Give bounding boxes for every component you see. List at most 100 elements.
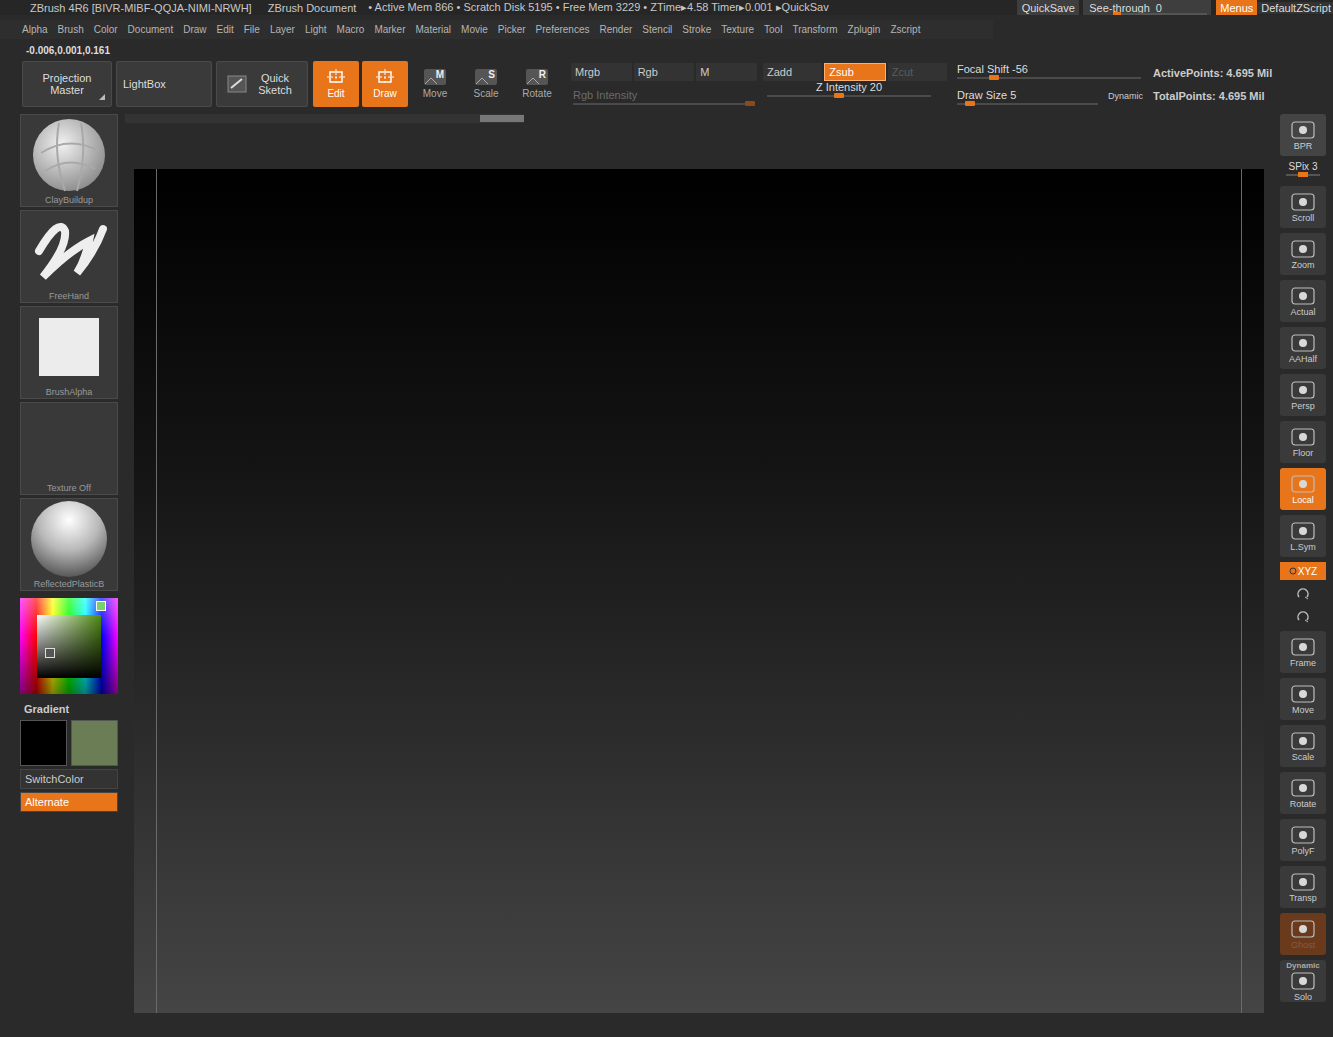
view-button[interactable]: Zoom	[1280, 233, 1326, 275]
menu-item[interactable]: Draw	[183, 24, 206, 35]
view-button[interactable]: Floor	[1280, 421, 1326, 463]
view-button[interactable]: AAHalf	[1280, 327, 1326, 369]
shelf-tile[interactable]: ReflectedPlasticB	[20, 498, 118, 591]
shelf-tile[interactable]: FreeHand	[20, 210, 118, 303]
switch-color-button[interactable]: SwitchColor	[20, 769, 118, 789]
z-mode-button[interactable]: Zcut	[888, 63, 947, 81]
menu-item[interactable]: Preferences	[536, 24, 590, 35]
view-icon	[1290, 380, 1316, 400]
canvas-scrollbar[interactable]	[125, 114, 524, 123]
mode-button[interactable]: R Rotate	[513, 61, 561, 107]
view-icon	[1290, 778, 1316, 798]
view-button[interactable]: Ghost	[1280, 913, 1326, 955]
menu-item[interactable]: Color	[94, 24, 118, 35]
gradient-toggle[interactable]: Gradient	[20, 697, 118, 717]
view-button[interactable]: Local	[1280, 468, 1326, 510]
menu-item[interactable]: Light	[305, 24, 327, 35]
view-icon	[1290, 474, 1316, 494]
view-button[interactable]: L.Sym	[1280, 515, 1326, 557]
xyz-toggle[interactable]: XYZ	[1280, 562, 1326, 580]
menu-item[interactable]: Layer	[270, 24, 295, 35]
menu-item[interactable]: Macro	[337, 24, 365, 35]
draw-size-slider[interactable]: Draw Size 5	[955, 89, 1100, 105]
rgb-intensity-slider[interactable]: Rgb Intensity	[571, 89, 757, 105]
menu-item[interactable]: Stroke	[682, 24, 711, 35]
mode-button[interactable]: M Move	[411, 61, 459, 107]
menu-item[interactable]: Alpha	[22, 24, 48, 35]
color-mode-button[interactable]: M	[696, 63, 757, 81]
color-swatch[interactable]	[20, 720, 67, 766]
menu-item[interactable]: Picker	[498, 24, 526, 35]
mode-button[interactable]: Draw	[362, 61, 408, 107]
color-swatch[interactable]	[71, 720, 118, 766]
transform-icon: R	[526, 69, 548, 85]
menu-item[interactable]: Transform	[792, 24, 837, 35]
view-button[interactable]: Frame	[1280, 631, 1326, 673]
dynamic-toggle[interactable]: Dynamic	[1108, 91, 1143, 105]
color-mode-button[interactable]: Rgb	[634, 63, 695, 81]
view-icon	[1290, 427, 1316, 447]
menu-item[interactable]: Document	[128, 24, 174, 35]
axis-rotate-button[interactable]	[1280, 608, 1326, 626]
quicksave-button[interactable]: QuickSave	[1017, 0, 1079, 15]
color-mode-group: MrgbRgbM Rgb Intensity	[571, 61, 757, 107]
dropdown-icon	[99, 94, 105, 100]
menu-item[interactable]: Texture	[721, 24, 754, 35]
menu-bar: Alpha Brush Color Document Draw Edit File Layer…	[0, 20, 993, 39]
clay-brush-icon	[29, 115, 109, 195]
see-through-slider[interactable]: See-through0	[1083, 0, 1211, 15]
toolbar: Projection Master LightBox Quick Sketch …	[0, 61, 1333, 107]
spix-slider[interactable]: SPix 3	[1280, 161, 1326, 181]
color-mode-button[interactable]: Mrgb	[571, 63, 632, 81]
menu-item[interactable]: Render	[600, 24, 633, 35]
menu-item[interactable]: Tool	[764, 24, 782, 35]
menu-item[interactable]: Zscript	[890, 24, 920, 35]
z-intensity-slider[interactable]: Z Intensity 20	[763, 81, 947, 121]
projection-master-button[interactable]: Projection Master	[22, 61, 112, 107]
quick-sketch-button[interactable]: Quick Sketch	[216, 61, 308, 107]
view-button[interactable]: Dynamic Solo	[1280, 960, 1326, 1002]
lightbox-button[interactable]: LightBox	[116, 61, 212, 107]
shelf-tile[interactable]: Texture Off	[20, 402, 118, 495]
view-button[interactable]: BPR	[1280, 114, 1326, 156]
view-button[interactable]: Persp	[1280, 374, 1326, 416]
view-button[interactable]: Transp	[1280, 866, 1326, 908]
mode-icon	[327, 69, 345, 85]
z-mode-button[interactable]: Zadd	[763, 63, 822, 81]
menu-item[interactable]: Brush	[58, 24, 84, 35]
menu-item[interactable]: Zplugin	[848, 24, 881, 35]
menus-button[interactable]: Menus	[1216, 0, 1257, 15]
menu-item[interactable]: Edit	[217, 24, 234, 35]
default-zscript[interactable]: DefaultZScript	[1257, 2, 1333, 14]
view-button[interactable]: Scale	[1280, 725, 1326, 767]
menu-item[interactable]: Material	[416, 24, 452, 35]
memory-stats: • Active Mem 866 • Scratch Disk 5195 • F…	[368, 1, 1013, 14]
shelf-tile[interactable]: BrushAlpha	[20, 306, 118, 399]
menu-item[interactable]: Movie	[461, 24, 488, 35]
view-icon	[1290, 333, 1316, 353]
menu-item[interactable]: Stencil	[642, 24, 672, 35]
view-button[interactable]: Actual	[1280, 280, 1326, 322]
view-icon	[1290, 286, 1316, 306]
document-bounds	[156, 169, 1242, 1013]
view-button[interactable]: Rotate	[1280, 772, 1326, 814]
viewport[interactable]	[134, 169, 1264, 1013]
mode-button[interactable]: S Scale	[462, 61, 510, 107]
view-icon	[1290, 637, 1316, 657]
color-picker[interactable]	[20, 598, 118, 694]
menu-item[interactable]: File	[244, 24, 260, 35]
view-icon	[1290, 239, 1316, 259]
sketch-icon	[227, 75, 247, 93]
alternate-button[interactable]: Alternate	[20, 792, 118, 812]
view-button[interactable]: PolyF	[1280, 819, 1326, 861]
view-button[interactable]: Move	[1280, 678, 1326, 720]
mode-button[interactable]: Edit	[313, 61, 359, 107]
menu-item[interactable]: Marker	[374, 24, 405, 35]
view-button[interactable]: Scroll	[1280, 186, 1326, 228]
z-mode-button[interactable]: Zsub	[824, 63, 885, 81]
axis-icon	[1289, 567, 1297, 575]
rotate-axis-icon	[1296, 587, 1310, 601]
axis-rotate-button[interactable]	[1280, 585, 1326, 603]
focal-shift-slider[interactable]: Focal Shift -56	[955, 63, 1143, 79]
shelf-tile[interactable]: ClayBuildup	[20, 114, 118, 207]
